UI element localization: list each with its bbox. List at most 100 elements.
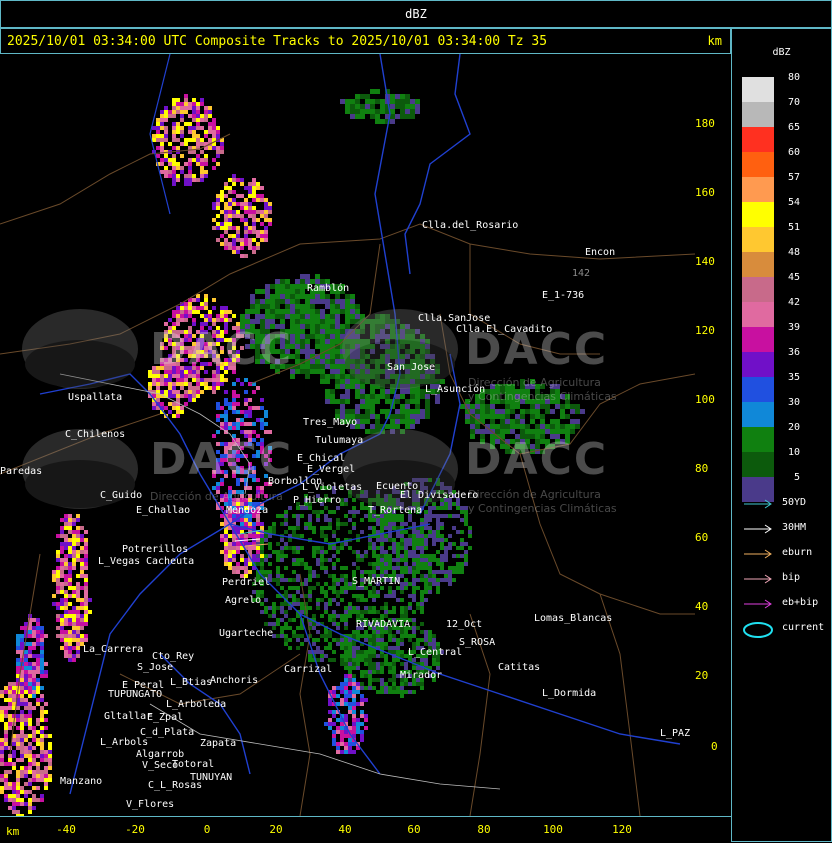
watermark-text: DACC: [465, 434, 608, 485]
track-legend-label: bip: [782, 572, 800, 583]
watermark-subtitle: Dirección de Agricultura: [468, 376, 601, 389]
place-label: C_Guido: [100, 490, 142, 501]
track-legend-item: 30HM: [742, 522, 830, 536]
y-tick-label: 80: [695, 462, 708, 475]
legend-swatch-label: 60: [778, 147, 800, 158]
legend-swatch: [742, 427, 774, 452]
title-unit: km: [708, 34, 722, 48]
legend-swatch-label: 20: [778, 422, 800, 433]
legend-swatch-label: 54: [778, 197, 800, 208]
legend-swatch: [742, 102, 774, 127]
x-tick-label: -20: [125, 823, 145, 836]
legend-swatch: [742, 327, 774, 352]
place-label: E_1-736: [542, 290, 584, 301]
y-tick-label: 20: [695, 669, 708, 682]
place-label: Tulumaya: [315, 435, 363, 446]
place-label: L_Btias: [170, 677, 212, 688]
place-label: Agrelo: [225, 595, 261, 606]
x-tick-label: 20: [269, 823, 282, 836]
track-legend-label: 50YD: [782, 497, 806, 508]
place-label: C_Chilenos: [65, 429, 125, 440]
y-tick-label: 140: [695, 255, 715, 268]
place-label: Manzano: [60, 776, 102, 787]
place-label: L_Asunción: [425, 384, 485, 395]
place-label: L_Violetas: [302, 482, 362, 493]
legend-swatch: [742, 127, 774, 152]
legend-swatch-label: 5: [778, 472, 800, 483]
watermark-subtitle: y Contingencias Climáticas: [468, 502, 617, 515]
legend-swatch-label: 35: [778, 372, 800, 383]
legend-swatch-label: 10: [778, 447, 800, 458]
legend-panel: dBZ 807065605754514845423936353020105 50…: [731, 28, 832, 842]
track-legend-item: 50YD: [742, 497, 830, 511]
place-label: Cacheuta: [146, 556, 194, 567]
x-axis: km -40 -20 0 20 40 60 80 100 120: [0, 816, 731, 843]
y-tick-label: 100: [695, 393, 715, 406]
watermark-subtitle: Dirección de Agricultura: [468, 488, 601, 501]
boundary-line: [600, 594, 640, 816]
place-label: San Jose: [387, 362, 435, 373]
place-label: E_Zpal: [147, 712, 183, 723]
legend-swatch: [742, 77, 774, 102]
road-line: [405, 54, 470, 274]
track-arrow-icon: [742, 522, 776, 536]
x-tick-label: 40: [338, 823, 351, 836]
composite-title: 2025/10/01 03:34:00 UTC Composite Tracks…: [7, 34, 547, 49]
legend-swatch-label: 80: [778, 72, 800, 83]
track-legend-label: eb+bip: [782, 597, 818, 608]
place-label: C_d_Plata: [140, 727, 194, 738]
y-tick-label: 40: [695, 600, 708, 613]
place-label: Totoral: [172, 759, 214, 770]
legend-swatch-label: 48: [778, 247, 800, 258]
place-label: Cto_Rey: [152, 651, 194, 662]
y-tick-label: 60: [695, 531, 708, 544]
place-label: La_Carrera: [83, 644, 143, 655]
current-ellipse-icon: [742, 622, 776, 640]
place-label: P_Hierro: [293, 495, 341, 506]
header-bar: dBZ: [0, 0, 832, 28]
place-label: Clla.El_Cavadito: [456, 324, 552, 335]
legend-swatch-label: 57: [778, 172, 800, 183]
place-label: E_Chical: [297, 453, 345, 464]
radar-map[interactable]: DACC DACC Dirección de Agricultura y Con…: [0, 54, 695, 816]
place-label: Carrizal: [284, 664, 332, 675]
place-label: E_Vergel: [307, 464, 355, 475]
place-label: S_ROSA: [459, 637, 495, 648]
place-label: V_Flores: [126, 799, 174, 810]
legend-swatch: [742, 452, 774, 477]
track-legend-item: current: [742, 622, 830, 636]
legend-swatch-label: 45: [778, 272, 800, 283]
place-label: Clla.SanJose: [418, 313, 490, 324]
place-label: Mirador: [400, 670, 442, 681]
x-axis-unit: km: [6, 825, 19, 838]
place-label: Gltallar: [104, 711, 152, 722]
y-tick-label: 160: [695, 186, 715, 199]
legend-swatch: [742, 402, 774, 427]
place-label: 142: [572, 268, 590, 279]
watermark-logo: DACC Dirección de Agricultura y Continge…: [340, 424, 660, 534]
legend-swatch: [742, 352, 774, 377]
legend-swatch-label: 39: [778, 322, 800, 333]
place-label: L_Arbols: [100, 737, 148, 748]
place-label: Zapata: [200, 738, 236, 749]
legend-swatch: [742, 227, 774, 252]
place-label: L_Dormida: [542, 688, 596, 699]
track-arrow-icon: [742, 547, 776, 561]
legend-swatch: [742, 377, 774, 402]
x-tick-label: 60: [407, 823, 420, 836]
place-label: L_Arboleda: [166, 699, 226, 710]
track-legend-label: eburn: [782, 547, 812, 558]
legend-swatch: [742, 302, 774, 327]
header-title: dBZ: [1, 7, 831, 21]
dacc-emblem-icon: [20, 304, 140, 394]
place-label: Ugarteche: [219, 628, 273, 639]
legend-swatch: [742, 177, 774, 202]
track-legend-label: current: [782, 622, 824, 633]
legend-swatch: [742, 202, 774, 227]
legend-swatch-label: 65: [778, 122, 800, 133]
x-tick-label: 100: [543, 823, 563, 836]
place-label: L_Central: [408, 647, 462, 658]
place-label: Potrerillos: [122, 544, 188, 555]
place-label: Perdriel: [222, 577, 270, 588]
legend-title: dBZ: [732, 47, 831, 58]
